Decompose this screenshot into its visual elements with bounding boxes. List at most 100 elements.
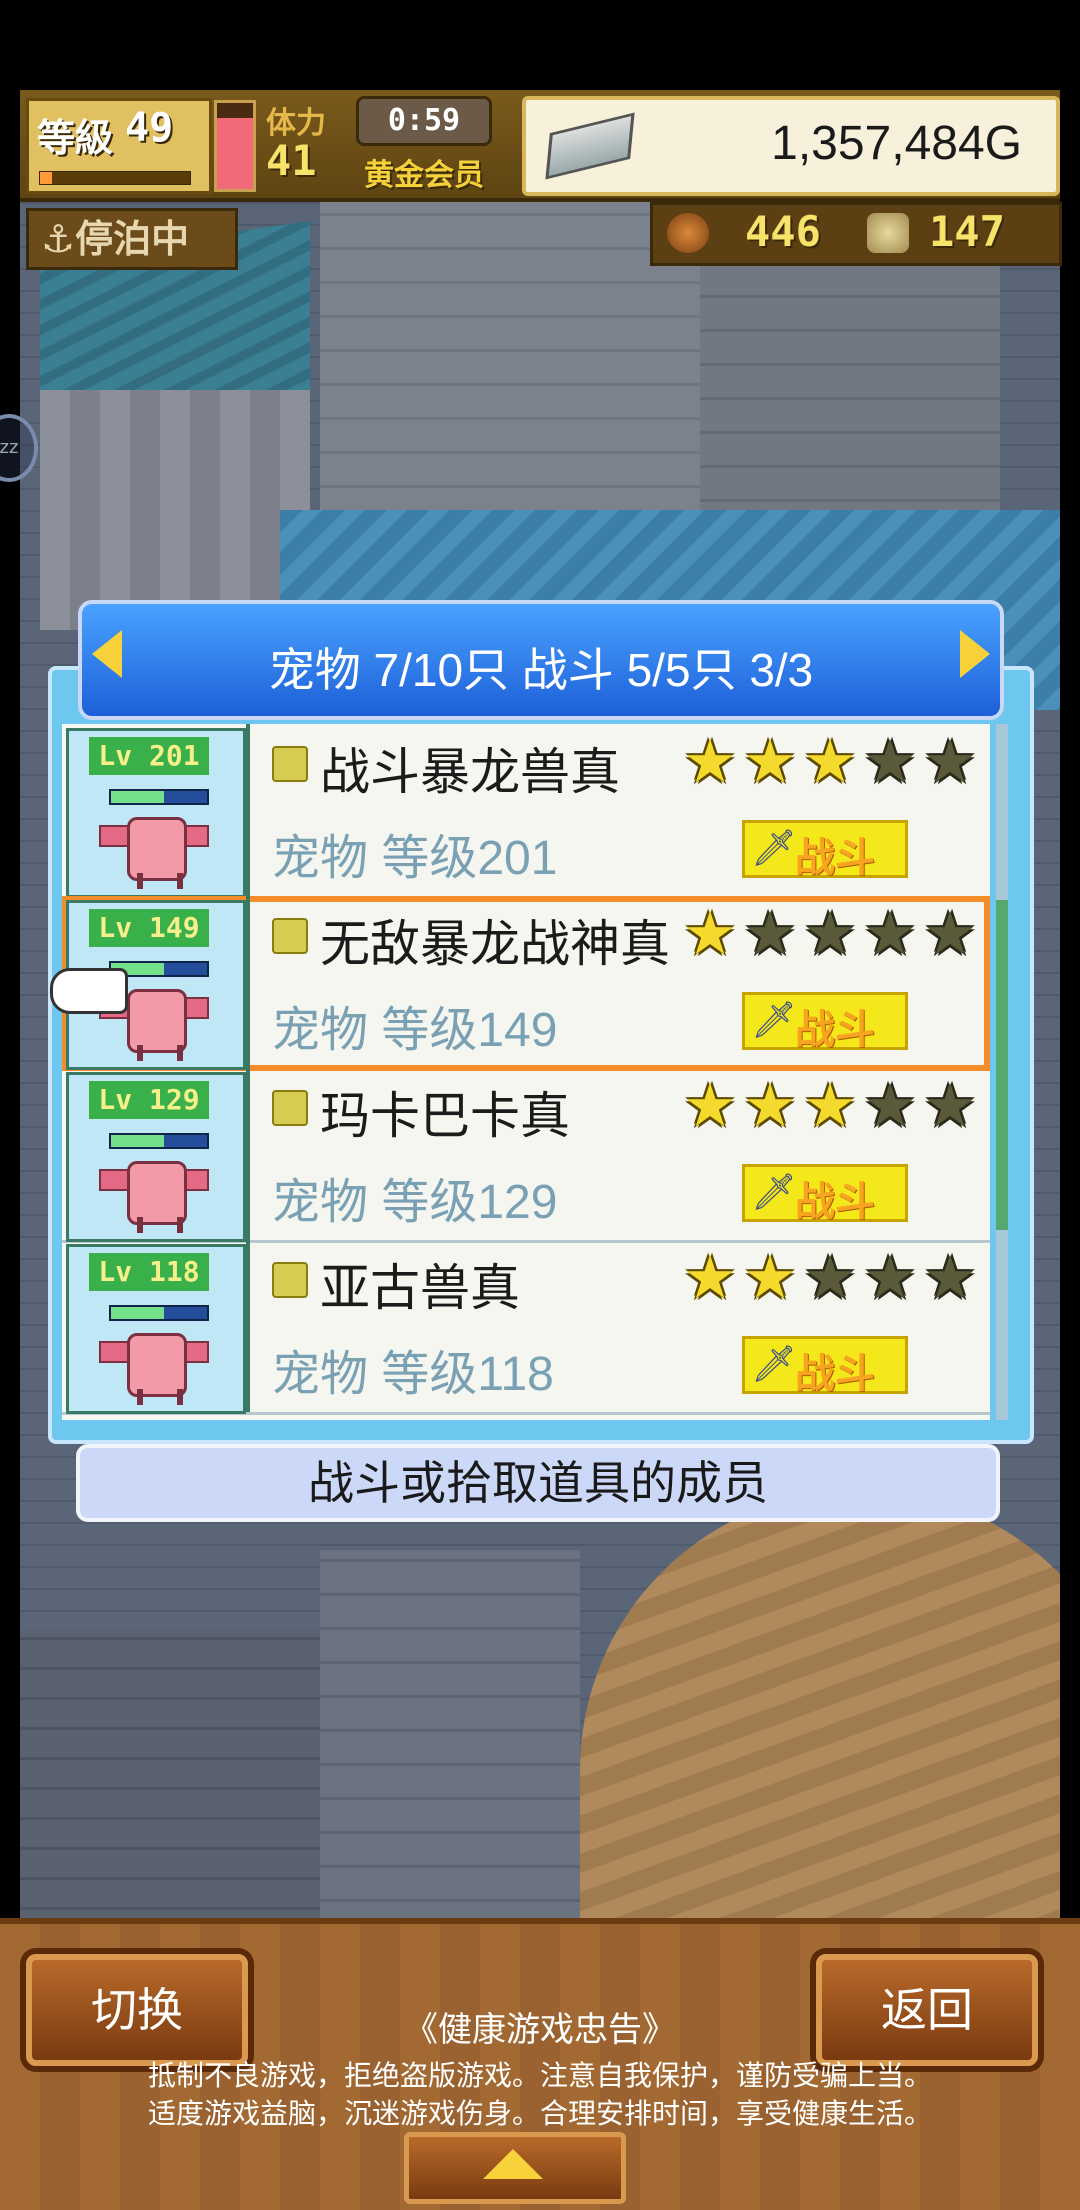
battle-label: 战斗 — [795, 1007, 875, 1053]
pet-subtitle: 宠物 等级149 — [272, 1004, 558, 1057]
pet-legs — [137, 1389, 183, 1405]
pet-level-badge: Lv 201 — [89, 737, 209, 775]
level-value: 49 — [125, 105, 174, 151]
hand-pointer-icon — [50, 968, 128, 1014]
resource-b-value: 147 — [929, 207, 1005, 256]
pet-list[interactable]: Lv 201 战斗暴龙兽真 宠物 等级201 ★ ★ ★ ★ ★ 🗡 战斗 Lv 149 — [62, 724, 990, 1420]
sword-icon: 🗡 — [751, 1172, 797, 1213]
pet-rating: ★ ★ ★ ★ ★ — [682, 727, 982, 797]
stamina-bar — [214, 100, 256, 192]
resource-a-value: 446 — [745, 207, 821, 256]
pet-panel-title: 宠物 7/10只 战斗 5/5只 3/3 — [268, 644, 814, 696]
pet-name: 玛卡巴卡真 — [320, 1088, 570, 1144]
food-icon — [667, 213, 709, 253]
pet-type-icon — [272, 1090, 308, 1126]
sword-icon: 🗡 — [751, 1344, 797, 1385]
level-progress-bar — [39, 171, 191, 185]
pet-rating: ★ ★ ★ ★ ★ — [682, 1243, 982, 1313]
pet-level-badge: Lv 129 — [89, 1081, 209, 1119]
star-empty-icon: ★ — [743, 899, 797, 969]
star-empty-icon: ★ — [863, 1071, 917, 1141]
pet-row[interactable]: Lv 149 无敌暴龙战神真 宠物 等级149 ★ ★ ★ ★ ★ 🗡 战斗 — [62, 896, 990, 1071]
scrollbar-thumb[interactable] — [996, 900, 1008, 1230]
dock-status-badge: ⚓停泊中 — [26, 208, 238, 270]
star-filled-icon: ★ — [683, 1071, 737, 1141]
star-empty-icon: ★ — [863, 1243, 917, 1313]
pet-hp-fill — [111, 791, 164, 803]
star-empty-icon: ★ — [863, 727, 917, 797]
next-page-arrow-icon[interactable] — [960, 630, 990, 678]
up-arrow-icon — [483, 2149, 543, 2179]
pet-rating: ★ ★ ★ ★ ★ — [682, 1071, 982, 1141]
silver-ingot-icon — [545, 112, 635, 180]
sword-icon: 🗡 — [751, 828, 797, 869]
pet-portrait: Lv 201 — [66, 728, 246, 898]
pet-hp-fill — [111, 1135, 164, 1147]
pet-subtitle: 宠物 等级118 — [272, 1348, 554, 1401]
membership-badge[interactable]: 黄金会员 — [364, 150, 484, 194]
star-empty-icon: ★ — [863, 899, 917, 969]
pet-body — [127, 817, 187, 881]
battle-label: 战斗 — [795, 1351, 875, 1397]
expand-menu-button[interactable] — [404, 2132, 626, 2204]
level-label: 等級 — [37, 116, 114, 160]
pet-name: 无敌暴龙战神真 — [320, 916, 670, 972]
battle-label: 战斗 — [795, 1179, 875, 1225]
pet-portrait: Lv 129 — [66, 1072, 246, 1242]
money-box: 1,357,484G — [522, 96, 1060, 196]
pet-type-icon — [272, 1262, 308, 1298]
pet-legs — [137, 1045, 183, 1061]
house-wall — [40, 390, 310, 630]
row-divider — [246, 724, 250, 896]
pet-row[interactable]: Lv 129 玛卡巴卡真 宠物 等级129 ★ ★ ★ ★ ★ 🗡 战斗 — [62, 1068, 990, 1243]
star-empty-icon: ★ — [803, 899, 857, 969]
battle-toggle-button[interactable]: 🗡 战斗 — [742, 820, 908, 881]
star-filled-icon: ★ — [743, 727, 797, 797]
panel-hint: 战斗或拾取道具的成员 — [76, 1444, 1000, 1522]
star-empty-icon: ★ — [923, 1071, 977, 1141]
row-divider — [246, 1240, 250, 1412]
star-filled-icon: ★ — [803, 1071, 857, 1141]
stamina-value: 41 — [266, 136, 317, 185]
material-icon — [867, 213, 909, 253]
money-value: 1,357,484G — [771, 117, 1022, 170]
stamina-fill — [217, 118, 253, 189]
pet-body — [127, 1333, 187, 1397]
pet-legs — [137, 873, 183, 889]
star-filled-icon: ★ — [743, 1071, 797, 1141]
health-advice-line2: 适度游戏益脑，沉迷游戏伤身。合理安排时间，享受健康生活。 — [147, 2098, 932, 2129]
star-filled-icon: ★ — [803, 727, 857, 797]
axolotl-pet-icon — [99, 803, 209, 889]
row-divider — [246, 1068, 250, 1240]
pet-portrait: Lv 118 — [66, 1244, 246, 1414]
axolotl-pet-icon — [99, 1319, 209, 1405]
pet-level-badge: Lv 118 — [89, 1253, 209, 1291]
pet-type-icon — [272, 918, 308, 954]
pet-subtitle: 宠物 等级129 — [272, 1176, 558, 1229]
lower-tower — [320, 1550, 580, 1920]
health-advice-title: 《健康游戏忠告》 — [404, 2011, 676, 2049]
axolotl-pet-icon — [99, 1147, 209, 1233]
battle-toggle-button[interactable]: 🗡 战斗 — [742, 1164, 908, 1225]
pet-row[interactable]: Lv 118 亚古兽真 宠物 等级118 ★ ★ ★ ★ ★ 🗡 战斗 — [62, 1240, 990, 1415]
pet-level-badge: Lv 149 — [89, 909, 209, 947]
star-empty-icon: ★ — [923, 727, 977, 797]
pet-name: 战斗暴龙兽真 — [320, 744, 620, 800]
star-empty-icon: ★ — [923, 1243, 977, 1313]
star-filled-icon: ★ — [743, 1243, 797, 1313]
star-filled-icon: ★ — [683, 727, 737, 797]
resource-box: 446 147 — [650, 202, 1062, 266]
battle-toggle-button[interactable]: 🗡 战斗 — [742, 1336, 908, 1397]
level-progress-fill — [40, 172, 52, 184]
pet-rating: ★ ★ ★ ★ ★ — [682, 899, 982, 969]
health-advice-line1: 抵制不良游戏，拒绝盗版游戏。注意自我保护，谨防受骗上当。 — [147, 2060, 932, 2091]
star-filled-icon: ★ — [683, 1243, 737, 1313]
pet-body — [127, 1161, 187, 1225]
bottom-bar: 切换 返回 《健康游戏忠告》 抵制不良游戏，拒绝盗版游戏。注意自我保护，谨防受骗… — [0, 1918, 1080, 2210]
ship-deck — [580, 1490, 1060, 1920]
star-filled-icon: ★ — [683, 899, 737, 969]
sword-icon: 🗡 — [751, 1000, 797, 1041]
battle-toggle-button[interactable]: 🗡 战斗 — [742, 992, 908, 1053]
battle-label: 战斗 — [795, 835, 875, 881]
pet-row[interactable]: Lv 201 战斗暴龙兽真 宠物 等级201 ★ ★ ★ ★ ★ 🗡 战斗 — [62, 724, 990, 899]
